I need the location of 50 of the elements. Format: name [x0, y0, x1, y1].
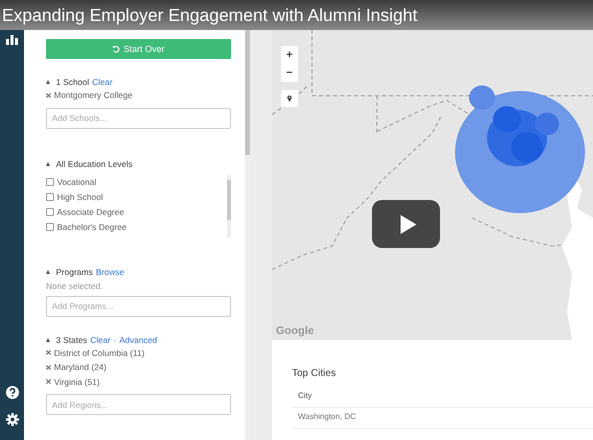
selected-item: Virginia (51) — [54, 376, 100, 387]
undo-icon — [112, 45, 120, 53]
checkbox[interactable] — [46, 193, 54, 201]
bar-chart-icon[interactable] — [6, 34, 18, 46]
section-title: Top Cities — [292, 368, 337, 379]
checkbox[interactable] — [46, 223, 54, 231]
selected-item: Montgomery College — [54, 90, 132, 100]
option-label[interactable]: High School — [57, 192, 103, 202]
remove-icon[interactable] — [46, 350, 51, 356]
collapse-caret-icon[interactable] — [46, 338, 50, 342]
collapse-caret-icon[interactable] — [46, 270, 50, 274]
remove-icon[interactable] — [46, 379, 51, 384]
checkbox[interactable] — [46, 178, 54, 186]
play-button[interactable] — [372, 200, 440, 248]
list-scrollbar[interactable] — [227, 174, 231, 238]
pin-icon — [287, 95, 292, 102]
table-cell-text: Washington, DC — [298, 412, 356, 423]
selected-item: Maryland (24) — [54, 362, 106, 372]
empty-note: None selected. — [46, 280, 104, 290]
collapse-caret-icon[interactable] — [46, 80, 50, 84]
panel-scrollbar[interactable] — [245, 30, 250, 440]
filter-link[interactable]: Browse — [96, 266, 124, 276]
locate-button[interactable] — [281, 90, 298, 107]
link-separator: · — [114, 334, 116, 344]
video-title[interactable]: Expanding Employer Engagement with Alumni Insight — [2, 4, 418, 26]
option-label[interactable]: Bachelor's Degree — [57, 222, 127, 232]
alumni-bubble-cluster[interactable] — [455, 85, 585, 214]
collapse-caret-icon[interactable] — [46, 162, 50, 166]
search-field[interactable]: Add Regions... — [46, 394, 231, 415]
map[interactable]: + − Google — [272, 30, 593, 340]
filter-link[interactable]: Advanced — [119, 334, 158, 344]
checkbox[interactable] — [46, 208, 54, 216]
search-field[interactable]: Add Programs... — [46, 296, 231, 316]
filter-link[interactable]: Clear — [92, 77, 112, 87]
search-field[interactable]: Add Schools... — [46, 108, 231, 128]
section-heading: 3 States — [56, 334, 88, 344]
column-header: City — [298, 391, 312, 402]
filter-link[interactable]: Clear — [90, 334, 110, 344]
section-heading: All Education Levels — [56, 158, 133, 168]
section-heading: Programs — [56, 266, 93, 276]
option-label[interactable]: Vocational — [57, 177, 96, 187]
settings-icon[interactable] — [6, 413, 18, 426]
remove-icon[interactable] — [46, 92, 51, 98]
section-heading: 1 School — [56, 77, 90, 87]
map-attribution: Google — [276, 325, 314, 337]
remove-icon[interactable] — [46, 364, 51, 370]
option-label[interactable]: Associate Degree — [57, 207, 124, 217]
selected-item: District of Columbia (11) — [54, 348, 145, 358]
play-icon — [400, 214, 416, 234]
help-icon[interactable] — [6, 386, 18, 399]
